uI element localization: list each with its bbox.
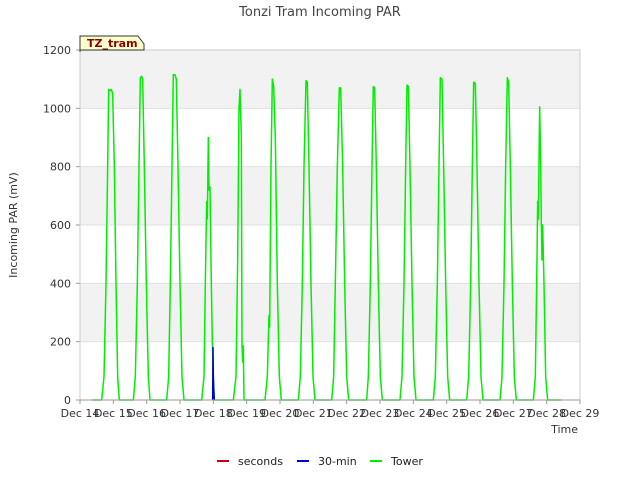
plot-band: [80, 108, 580, 167]
chart-svg: Tonzi Tram Incoming PAR 0 200 400 600 800 100…: [7, 5, 600, 468]
y-axis-label: Incoming PAR (mV): [7, 172, 20, 278]
legend-label-tower: Tower: [390, 455, 423, 468]
plot-band: [80, 283, 580, 342]
y-tick-label: 0: [64, 394, 71, 407]
legend-label-30-min: 30-min: [318, 455, 357, 468]
chart-title: Tonzi Tram Incoming PAR: [238, 5, 401, 20]
x-axis-ticks: Dec 14Dec 15Dec 16Dec 17Dec 18Dec 19Dec …: [61, 400, 600, 420]
plot-band: [80, 50, 580, 109]
tag-label: TZ_tram: [87, 37, 138, 50]
x-tick-label: Dec 29: [561, 407, 600, 420]
chart-root: Tonzi Tram Incoming PAR 0 200 400 600 800 100…: [0, 0, 640, 480]
y-tick-label: 400: [50, 277, 71, 290]
tag-box: TZ_tram: [79, 35, 145, 52]
y-tick-label: 1200: [43, 44, 71, 57]
legend-label-seconds: seconds: [238, 455, 283, 468]
y-tick-label: 800: [50, 161, 71, 174]
x-axis-label: Time: [550, 423, 578, 436]
y-tick-label: 600: [50, 219, 71, 232]
y-tick-label: 200: [50, 336, 71, 349]
plot-band: [80, 341, 580, 400]
legend: seconds 30-min Tower: [217, 455, 423, 468]
y-tick-label: 1000: [43, 102, 71, 115]
y-axis-ticks: 0 200 400 600 800 1000 1200: [43, 44, 80, 407]
